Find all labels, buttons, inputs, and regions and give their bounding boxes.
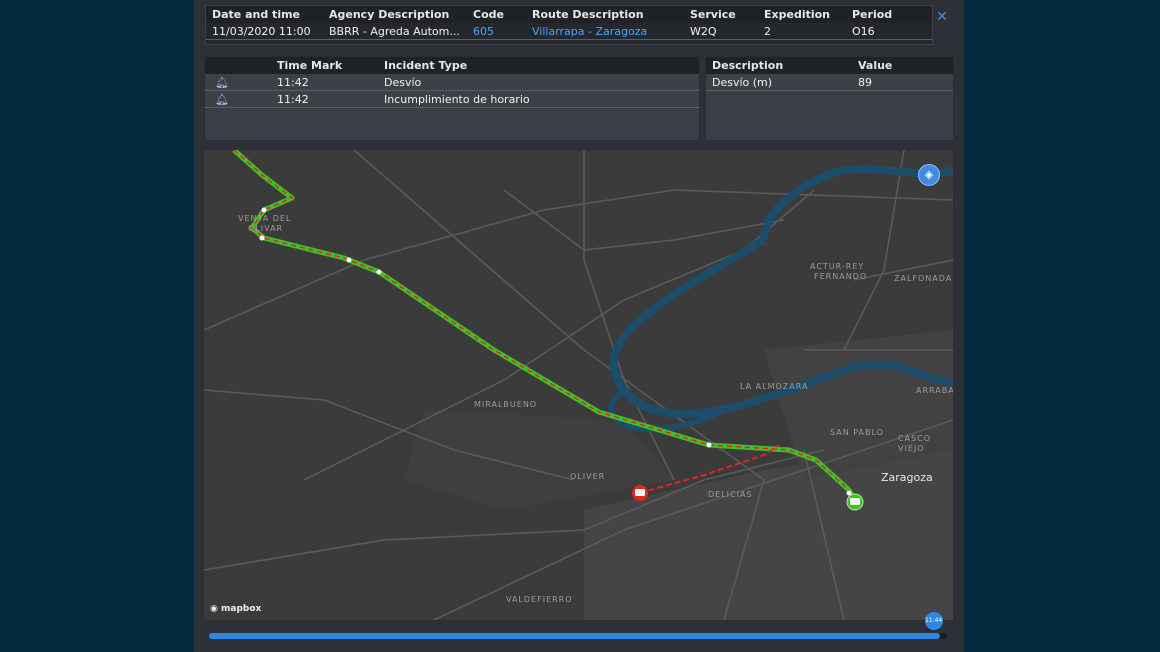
map-label: ARRABAL — [916, 386, 953, 395]
expedition-table-header: Date and time Agency Description Code Ro… — [206, 6, 932, 23]
incidents-table-header: Time Mark Incident Type — [205, 57, 699, 74]
timeline-time-label: 11:44 — [924, 617, 943, 624]
route-link[interactable]: Villarrapa - Zaragoza — [526, 23, 684, 40]
timeline-handle[interactable]: 11:44 — [924, 612, 943, 630]
map-label: FERNANDO — [814, 272, 868, 281]
table-row[interactable]: 🔔︎ 11:42 Desvío — [205, 74, 699, 91]
map-layers-button[interactable]: ◈ — [918, 164, 940, 186]
cell-expedition: 2 — [764, 24, 771, 38]
col-expedition: Expedition — [764, 8, 831, 21]
bell-icon: 🔔︎ — [215, 75, 229, 89]
map-label: CASCO — [898, 434, 932, 443]
stop-marker — [261, 207, 267, 213]
map-label: LA ALMOZARA — [740, 382, 809, 391]
incidents-table: Time Mark Incident Type 🔔︎ 11:42 Desvío … — [204, 56, 700, 141]
city-label: Zaragoza — [881, 471, 933, 484]
cell-description: Desvío (m) — [712, 75, 773, 89]
map-label: MIRALBUENO — [474, 400, 538, 409]
close-button[interactable]: ✕ — [935, 10, 949, 24]
col-period: Period — [852, 8, 893, 21]
expedition-table: Date and time Agency Description Code Ro… — [205, 5, 933, 45]
stop-marker — [376, 269, 382, 275]
col-time-mark: Time Mark — [277, 59, 343, 72]
cell-period: O16 — [852, 24, 875, 38]
table-row[interactable]: 🔔︎ 11:42 Incumplimiento de horario — [205, 90, 699, 108]
col-description: Description — [712, 59, 784, 72]
col-code: Code — [473, 8, 504, 21]
col-route: Route Description — [532, 8, 644, 21]
cell-agency: BBRR - Agreda Autom... — [329, 24, 460, 38]
cell-time: 11:42 — [277, 92, 309, 106]
map-label: OLIVER — [570, 472, 606, 481]
col-date: Date and time — [212, 8, 301, 21]
map-label: OLIVAR — [248, 224, 284, 233]
map-label: VALDEFIERRO — [506, 595, 573, 604]
cell-value: 89 — [858, 75, 872, 89]
incident-values-table: Description Value Desvío (m) 89 — [705, 56, 954, 141]
layers-icon: ◈ — [924, 168, 934, 181]
cell-datetime: 11/03/2020 11:00 — [212, 24, 311, 38]
timeline-track[interactable] — [209, 633, 947, 639]
incident-detail-panel: Date and time Agency Description Code Ro… — [194, 0, 964, 652]
cell-type: Desvío — [384, 75, 422, 89]
col-icon — [205, 57, 271, 74]
cell-service: W2Q — [690, 24, 717, 38]
bus-icon — [850, 498, 860, 505]
close-icon: ✕ — [936, 9, 948, 25]
cell-type: Incumplimiento de horario — [384, 92, 530, 106]
map-label: ACTUR-REY — [810, 262, 865, 271]
map-label: VIEJO — [898, 444, 925, 453]
col-incident-type: Incident Type — [384, 59, 468, 72]
cell-time: 11:42 — [277, 75, 309, 89]
table-row[interactable]: Desvío (m) 89 — [706, 74, 953, 91]
timeline-progress — [209, 633, 940, 639]
col-value: Value — [858, 59, 893, 72]
route-map[interactable]: VENTA DEL OLIVAR ACTUR-REY FERNANDO ZALF… — [204, 150, 953, 620]
values-table-header: Description Value — [706, 57, 953, 74]
cell-code: 605 — [473, 24, 494, 38]
map-label: VENTA DEL — [238, 214, 292, 223]
map-canvas[interactable] — [204, 150, 953, 620]
col-service: Service — [690, 8, 736, 21]
mapbox-label: mapbox — [221, 604, 262, 614]
table-row[interactable]: 11/03/2020 11:00 BBRR - Agreda Autom... … — [206, 23, 932, 40]
stop-marker — [706, 442, 712, 448]
map-label: ZALFONADA — [894, 274, 953, 283]
bus-icon — [635, 489, 645, 496]
bell-icon: 🔔︎ — [215, 92, 229, 106]
col-agency: Agency Description — [329, 8, 450, 21]
map-label: DELICIAS — [708, 490, 753, 499]
mapbox-attribution[interactable]: ◉ mapbox — [210, 604, 261, 614]
stop-marker — [259, 235, 265, 241]
stop-marker — [346, 257, 352, 263]
mapbox-logo-icon: ◉ — [210, 604, 218, 614]
map-label: SAN PABLO — [830, 428, 884, 437]
